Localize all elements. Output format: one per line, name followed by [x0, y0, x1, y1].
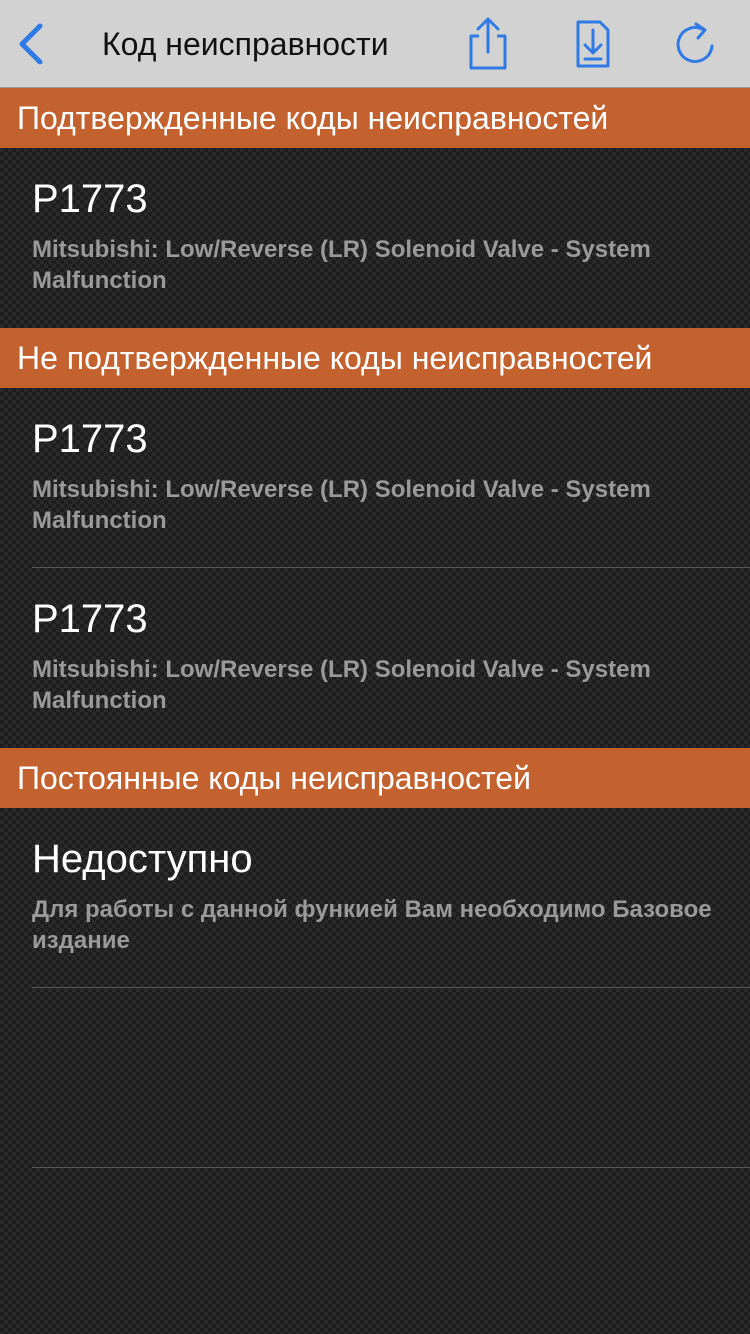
back-button[interactable]	[14, 20, 48, 68]
refresh-button[interactable]	[670, 16, 722, 72]
fault-description: Для работы с данной функией Вам необходи…	[32, 896, 712, 954]
share-button[interactable]	[461, 16, 513, 72]
list-item[interactable]: P1773 Mitsubishi: Low/Reverse (LR) Solen…	[0, 568, 750, 748]
navigation-bar: Код неисправности	[0, 0, 750, 88]
page-title: Код неисправности	[102, 26, 389, 62]
fault-description: Mitsubishi: Low/Reverse (LR) Solenoid Va…	[32, 236, 651, 294]
section-header-confirmed: Подтвержденные коды неисправностей	[0, 88, 750, 148]
fault-description: Mitsubishi: Low/Reverse (LR) Solenoid Va…	[32, 476, 651, 534]
fault-description: Mitsubishi: Low/Reverse (LR) Solenoid Va…	[32, 656, 651, 714]
chevron-left-icon	[19, 23, 43, 65]
fault-code: P1773	[32, 417, 148, 461]
fault-code: Недоступно	[32, 837, 253, 881]
refresh-icon	[676, 22, 714, 63]
divider	[32, 1167, 750, 1168]
fault-code: P1773	[32, 597, 148, 641]
download-button[interactable]	[566, 16, 618, 72]
download-icon	[576, 20, 610, 68]
list-item[interactable]: Недоступно Для работы с данной функией В…	[0, 808, 750, 988]
section-header-permanent: Постоянные коды неисправностей	[0, 748, 750, 808]
list-item[interactable]: P1773 Mitsubishi: Low/Reverse (LR) Solen…	[0, 388, 750, 568]
list-item[interactable]: P1773 Mitsubishi: Low/Reverse (LR) Solen…	[0, 148, 750, 328]
share-icon	[469, 17, 507, 70]
section-header-unconfirmed: Не подтвержденные коды неисправностей	[0, 328, 750, 388]
divider	[32, 987, 750, 988]
fault-code: P1773	[32, 177, 148, 221]
